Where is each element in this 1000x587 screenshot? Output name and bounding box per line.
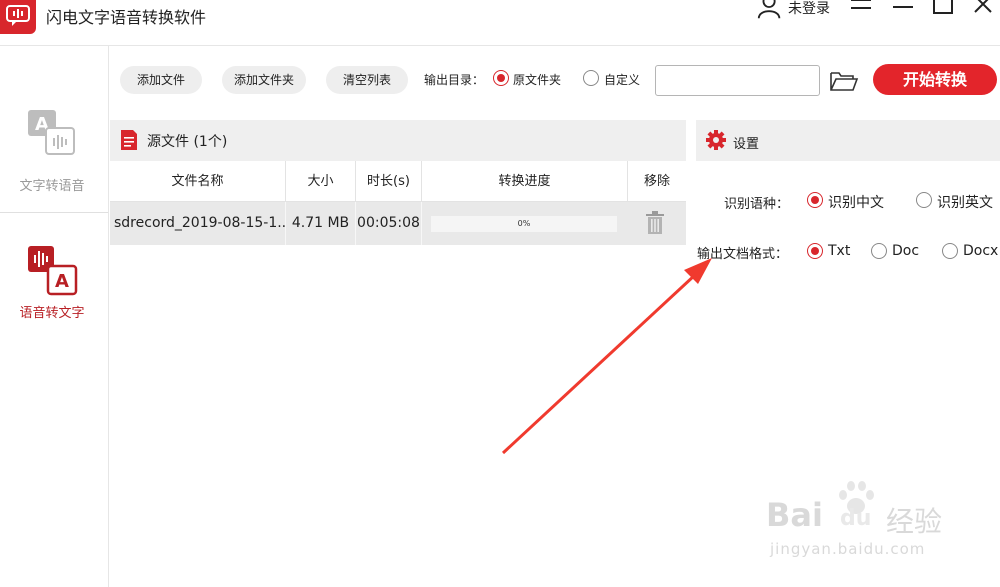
text-to-speech-icon: A — [28, 110, 75, 155]
add-folder-button[interactable]: 添加文件夹 — [222, 66, 306, 94]
title-bar: 闪电文字语音转换软件 未登录 — [0, 0, 1000, 46]
file-name-cell: sdrecord_2019-08-15-1... — [114, 202, 286, 245]
start-convert-button[interactable]: 开始转换 — [873, 64, 997, 95]
format-label: 输出文档格式： — [697, 247, 789, 262]
format-txt-label: Txt — [828, 243, 851, 259]
sidebar: A 文字转语音 A 语音转文字 — [0, 46, 109, 587]
menu-icon[interactable] — [848, 0, 874, 18]
language-label: 识别语种： — [724, 197, 790, 212]
app-logo — [0, 0, 36, 34]
user-icon[interactable] — [756, 0, 784, 20]
format-txt-radio[interactable] — [807, 243, 823, 259]
app-title: 闪电文字语音转换软件 — [46, 8, 207, 27]
column-header-name[interactable]: 文件名称 — [110, 161, 286, 202]
minimize-icon[interactable] — [890, 0, 916, 18]
watermark-url: jingyan.baidu.com — [770, 540, 926, 558]
app-window: 闪电文字语音转换软件 未登录 A 文字转语音 A 语音转文字 添加文件 添加文件… — [0, 0, 1000, 587]
watermark-brand-du: du — [840, 506, 872, 531]
close-icon[interactable] — [970, 0, 996, 18]
format-doc-radio[interactable] — [871, 243, 887, 259]
column-header-duration[interactable]: 时长(s) — [356, 161, 422, 202]
source-panel-title: 源文件 (1个) — [147, 134, 228, 150]
output-custom-radio[interactable] — [583, 70, 599, 86]
file-size-cell: 4.71 MB — [286, 202, 356, 245]
sidebar-item-label: 语音转文字 — [19, 306, 85, 321]
speech-to-text-icon: A — [28, 246, 78, 296]
baidu-watermark: Bai du 经验 jingyan.baidu.com — [766, 480, 966, 570]
column-header-remove[interactable]: 移除 — [628, 161, 686, 202]
progress-text: 0% — [517, 219, 531, 228]
folder-open-icon[interactable] — [829, 69, 859, 93]
sidebar-item-label: 文字转语音 — [19, 179, 85, 194]
format-docx-label: Docx — [963, 243, 999, 259]
file-duration-cell: 00:05:08 — [356, 202, 422, 245]
language-english-label: 识别英文 — [937, 195, 993, 211]
conversion-progress-bar: 0% — [431, 216, 617, 232]
table-header: 文件名称 大小 时长(s) 转换进度 移除 — [110, 161, 686, 202]
output-path-input[interactable] — [655, 65, 820, 96]
svg-text:A: A — [55, 271, 69, 292]
sidebar-item-speech-to-text[interactable]: A 语音转文字 — [0, 236, 108, 356]
trash-icon[interactable] — [645, 211, 665, 235]
column-header-progress[interactable]: 转换进度 — [422, 161, 628, 202]
sidebar-divider — [0, 212, 108, 213]
login-status[interactable]: 未登录 — [788, 0, 830, 18]
watermark-brand: Bai — [766, 496, 823, 534]
document-icon — [121, 130, 137, 150]
add-file-button[interactable]: 添加文件 — [120, 66, 202, 94]
format-doc-label: Doc — [892, 243, 920, 259]
output-original-radio[interactable] — [493, 70, 509, 86]
output-original-label: 原文件夹 — [513, 73, 562, 87]
chat-bubble-icon — [6, 5, 30, 26]
clear-list-button[interactable]: 清空列表 — [326, 66, 408, 94]
output-custom-label: 自定义 — [604, 73, 641, 87]
format-docx-radio[interactable] — [942, 243, 958, 259]
watermark-cn: 经验 — [886, 505, 943, 538]
column-header-size[interactable]: 大小 — [286, 161, 356, 202]
language-chinese-label: 识别中文 — [828, 195, 884, 211]
maximize-icon[interactable] — [930, 0, 956, 18]
sidebar-item-text-to-speech[interactable]: A 文字转语音 — [0, 100, 108, 220]
gear-icon — [706, 130, 726, 150]
language-chinese-radio[interactable] — [807, 192, 823, 208]
language-english-radio[interactable] — [916, 192, 932, 208]
output-dir-label: 输出目录： — [424, 73, 485, 87]
settings-title: 设置 — [733, 137, 760, 152]
